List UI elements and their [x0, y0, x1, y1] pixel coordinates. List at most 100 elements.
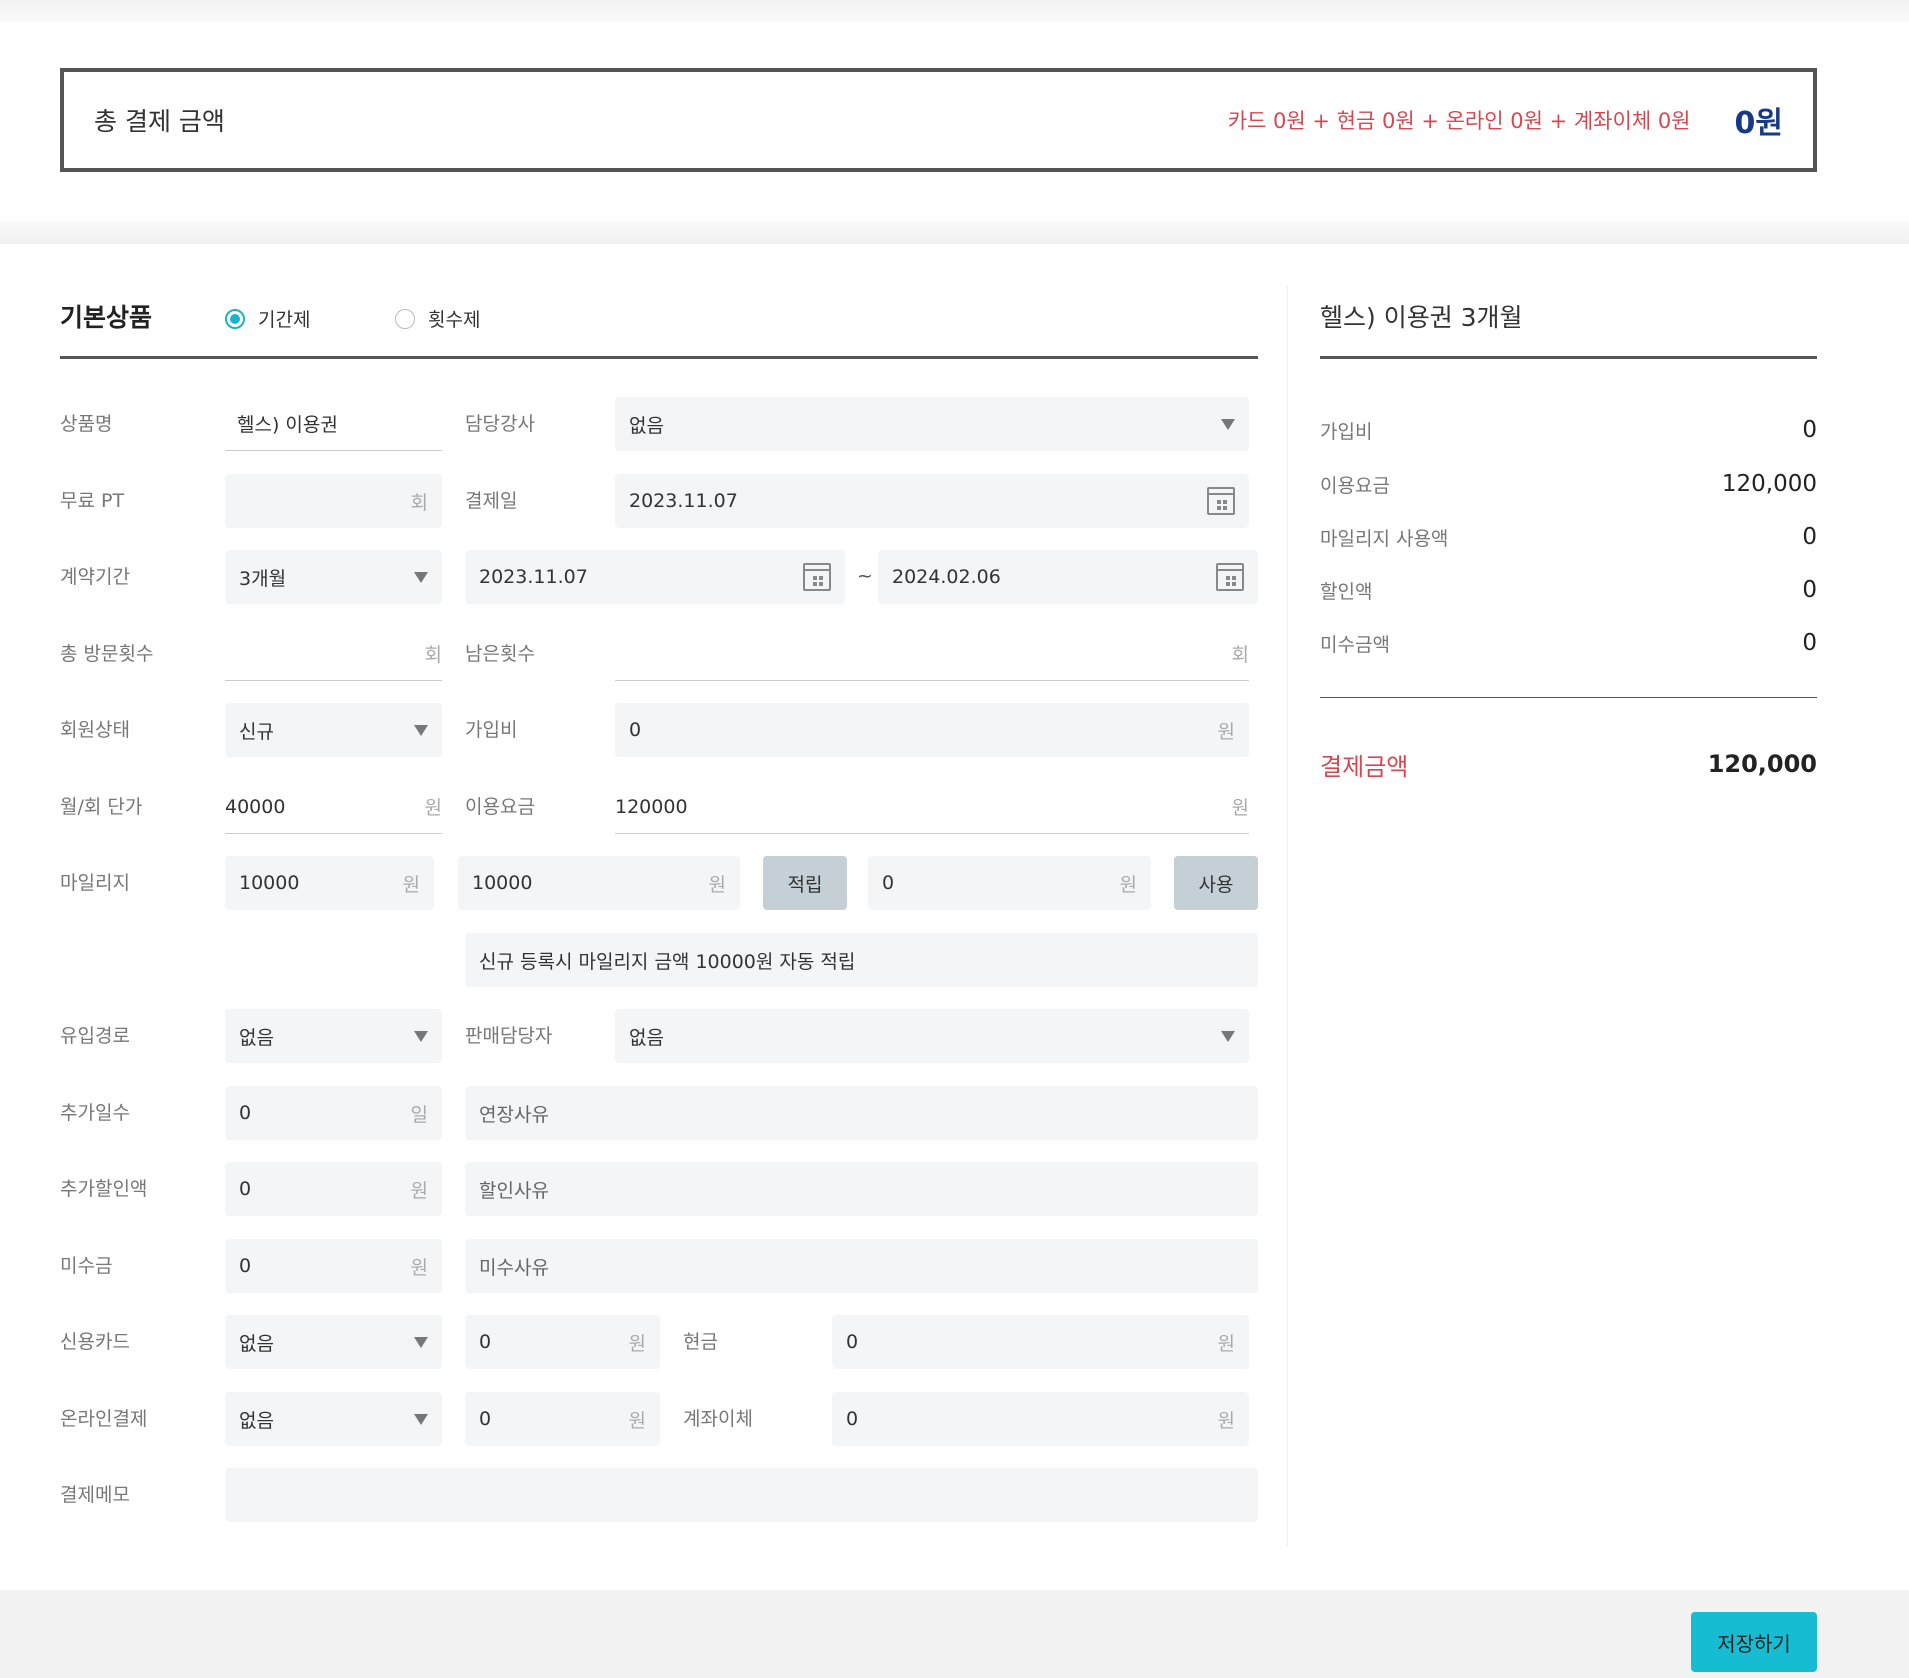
- contract-end-input[interactable]: 2024.02.06: [878, 550, 1258, 604]
- online-select[interactable]: 없음: [225, 1392, 442, 1446]
- radio-checked-icon: [225, 308, 245, 329]
- chevron-down-icon: [414, 724, 428, 736]
- calendar-icon[interactable]: [1216, 563, 1244, 591]
- chevron-down-icon: [414, 1336, 428, 1348]
- save-button[interactable]: 저장하기: [1691, 1612, 1817, 1672]
- total-payment-label: 총 결제 금액: [94, 107, 225, 136]
- radio-unchecked-icon: [395, 308, 415, 329]
- mileage-use-input[interactable]: 0 원: [868, 856, 1151, 910]
- mileage-use-button[interactable]: 사용: [1174, 856, 1258, 910]
- instructor-select[interactable]: 없음: [615, 397, 1249, 451]
- cash-amount-value: 0: [846, 1331, 859, 1353]
- online-label: 온라인결제: [60, 1408, 148, 1430]
- usage-fee-field: 120000 원: [615, 780, 1249, 834]
- credit-card-amount-input[interactable]: 0 원: [465, 1315, 660, 1369]
- unpaid-reason-input[interactable]: 미수사유: [465, 1239, 1258, 1293]
- product-name-field[interactable]: 헬스) 이용권: [225, 397, 442, 451]
- unpaid-input[interactable]: 0 원: [225, 1239, 442, 1293]
- memo-label: 결제메모: [60, 1484, 130, 1506]
- transfer-amount-input[interactable]: 0 원: [832, 1392, 1249, 1446]
- summary-row-label: 가입비: [1320, 420, 1373, 443]
- summary-title: 헬스) 이용권 3개월: [1320, 303, 1523, 332]
- inflow-label: 유입경로: [60, 1025, 130, 1047]
- discount-reason-input[interactable]: 할인사유: [465, 1162, 1258, 1216]
- join-fee-unit: 원: [1217, 720, 1235, 743]
- seller-select[interactable]: 없음: [615, 1009, 1249, 1063]
- top-shade: [0, 0, 1909, 22]
- seller-label: 판매담당자: [465, 1025, 553, 1047]
- summary-pay-label: 결제금액: [1320, 752, 1409, 781]
- section-header-rule: [60, 356, 1258, 359]
- footer-bar: [0, 1590, 1909, 1678]
- summary-row-value: 0: [1802, 577, 1817, 603]
- mileage-balance-value: 10000: [239, 872, 300, 894]
- extra-days-input[interactable]: 0 일: [225, 1086, 442, 1140]
- mileage-use-value: 0: [882, 872, 895, 894]
- summary-header-rule: [1320, 356, 1817, 359]
- extra-discount-value: 0: [239, 1178, 252, 1200]
- free-pt-unit: 회: [410, 491, 428, 514]
- extra-discount-input[interactable]: 0 원: [225, 1162, 442, 1216]
- transfer-amount-value: 0: [846, 1408, 859, 1430]
- radio-period[interactable]: 기간제: [225, 305, 310, 332]
- summary-row-value: 0: [1802, 524, 1817, 550]
- unpaid-label: 미수금: [60, 1255, 113, 1277]
- pay-date-input[interactable]: 2023.11.07: [615, 474, 1249, 528]
- calendar-icon[interactable]: [803, 563, 831, 591]
- member-status-value: 신규: [239, 720, 274, 743]
- extension-reason-input[interactable]: 연장사유: [465, 1086, 1258, 1140]
- total-payment-box: 총 결제 금액 카드 0원 + 현금 0원 + 온라인 0원 + 계좌이체 0원…: [60, 68, 1817, 172]
- remaining-label: 남은횟수: [465, 643, 535, 665]
- remaining-field: 회: [615, 627, 1249, 681]
- cash-amount-input[interactable]: 0 원: [832, 1315, 1249, 1369]
- inflow-select[interactable]: 없음: [225, 1009, 442, 1063]
- summary-row-label: 마일리지 사용액: [1320, 527, 1449, 550]
- free-pt-input[interactable]: 회: [225, 474, 442, 528]
- chevron-down-icon: [414, 1030, 428, 1042]
- credit-card-amount-unit: 원: [628, 1332, 646, 1355]
- mileage-earn-input[interactable]: 10000 원: [458, 856, 740, 910]
- contract-period-select[interactable]: 3개월: [225, 550, 442, 604]
- radio-period-label: 기간제: [258, 309, 311, 331]
- free-pt-label: 무료 PT: [60, 490, 125, 512]
- unpaid-reason-placeholder: 미수사유: [479, 1256, 549, 1279]
- mileage-earn-button[interactable]: 적립: [763, 856, 847, 910]
- cash-label: 현금: [683, 1331, 718, 1353]
- summary-row: 미수금액 0: [1320, 623, 1817, 663]
- mileage-earn-value: 10000: [472, 872, 533, 894]
- section-separator: [0, 220, 1909, 244]
- summary-row: 가입비 0: [1320, 410, 1817, 450]
- total-payment-amount: 0원: [1734, 106, 1783, 141]
- contract-label: 계약기간: [60, 566, 130, 588]
- mileage-use-unit: 원: [1119, 873, 1137, 896]
- join-fee-label: 가입비: [465, 719, 518, 741]
- summary-pay-row: 결제금액 120,000: [1320, 744, 1817, 784]
- radio-count[interactable]: 횟수제: [395, 305, 480, 332]
- chevron-down-icon: [1221, 1030, 1235, 1042]
- summary-row-value: 0: [1802, 417, 1817, 443]
- product-name-label: 상품명: [60, 413, 113, 435]
- unit-price-label: 월/회 단가: [60, 796, 143, 818]
- unpaid-value: 0: [239, 1255, 252, 1277]
- mileage-notice-text: 신규 등록시 마일리지 금액 10000원 자동 적립: [479, 950, 856, 973]
- total-payment-breakdown: 카드 0원 + 현금 0원 + 온라인 0원 + 계좌이체 0원: [1227, 109, 1691, 133]
- inflow-value: 없음: [239, 1026, 274, 1049]
- unit-price-unit: 원: [424, 797, 442, 819]
- seller-value: 없음: [629, 1026, 664, 1049]
- summary-total-rule: [1320, 697, 1817, 698]
- summary-row-label: 할인액: [1320, 580, 1373, 603]
- total-visits-unit: 회: [424, 644, 442, 666]
- chevron-down-icon: [414, 571, 428, 583]
- radio-count-label: 횟수제: [428, 309, 481, 331]
- mileage-earn-unit: 원: [708, 873, 726, 896]
- usage-fee-value: 120000: [615, 795, 688, 818]
- online-amount-input[interactable]: 0 원: [465, 1392, 660, 1446]
- memo-input[interactable]: [225, 1468, 1258, 1522]
- extra-discount-label: 추가할인액: [60, 1178, 148, 1200]
- join-fee-input[interactable]: 0 원: [615, 703, 1249, 757]
- contract-start-input[interactable]: 2023.11.07: [465, 550, 845, 604]
- credit-card-label: 신용카드: [60, 1331, 130, 1353]
- member-status-select[interactable]: 신규: [225, 703, 442, 757]
- credit-card-select[interactable]: 없음: [225, 1315, 442, 1369]
- calendar-icon[interactable]: [1207, 487, 1235, 515]
